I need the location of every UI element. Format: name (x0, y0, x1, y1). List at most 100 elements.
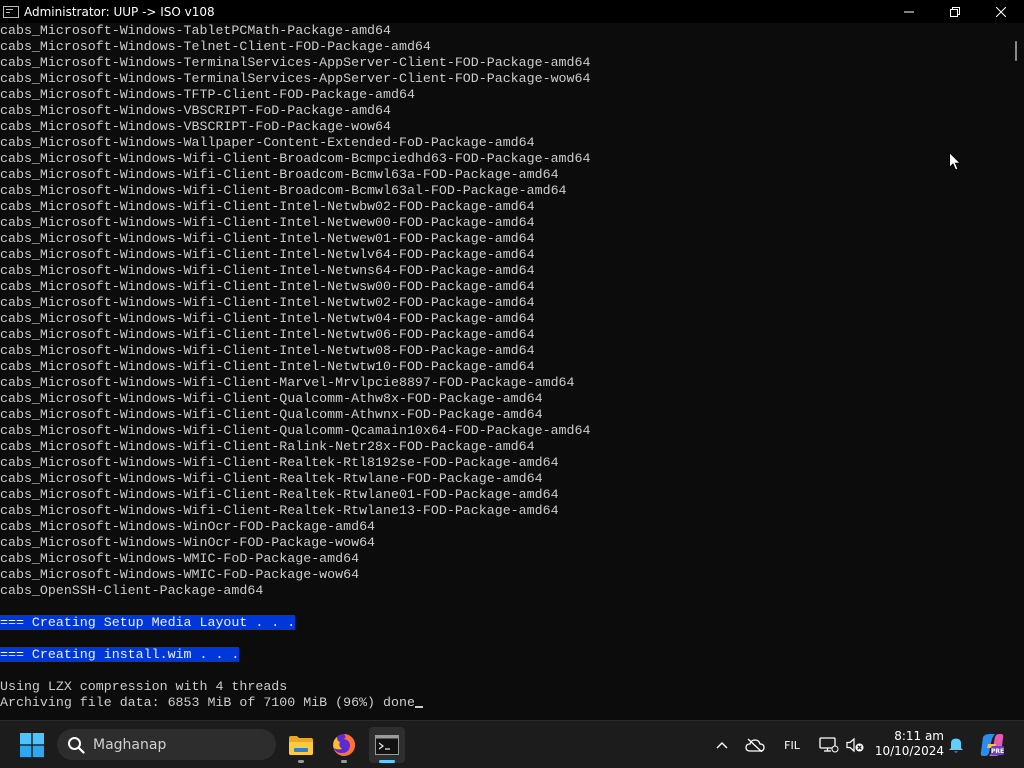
console-line: cabs_Microsoft-Windows-TerminalServices-… (0, 55, 1008, 71)
window-titlebar[interactable]: Administrator: UUP -> ISO v108 (0, 0, 1024, 23)
clock-date: 10/10/2024 (874, 744, 944, 758)
console-line-text: cabs_Microsoft-Windows-Wifi-Client-Realt… (0, 503, 559, 518)
console-line: cabs_Microsoft-Windows-Wifi-Client-Qualc… (0, 407, 1008, 423)
console-line-text: cabs_Microsoft-Windows-Wifi-Client-Broad… (0, 151, 591, 166)
console-line-text: cabs_Microsoft-Windows-Wallpaper-Content… (0, 135, 535, 150)
console-status-line: === Creating install.wim . . . (0, 647, 1008, 663)
console-line-text: cabs_Microsoft-Windows-Wifi-Client-Intel… (0, 199, 535, 214)
terminal-icon (375, 735, 399, 755)
clock[interactable]: 8:11 am 10/10/2024 (872, 729, 944, 759)
running-indicator (341, 760, 347, 763)
console-status-line: === Creating Setup Media Layout . . . (0, 615, 1008, 631)
console-line-text: cabs_Microsoft-Windows-Wifi-Client-Realt… (0, 455, 559, 470)
tray-volume[interactable] (844, 733, 866, 757)
console-line: cabs_Microsoft-Windows-TerminalServices-… (0, 71, 1008, 87)
taskbar-app-command-prompt[interactable] (369, 727, 405, 763)
console-line-text: cabs_Microsoft-Windows-Wifi-Client-Qualc… (0, 391, 543, 406)
console-line: cabs_Microsoft-Windows-TabletPCMath-Pack… (0, 23, 1008, 39)
console-line-text: === Creating install.wim . . . (0, 647, 240, 662)
console-line: cabs_Microsoft-Windows-Wifi-Client-Intel… (0, 327, 1008, 343)
restore-icon (950, 6, 960, 17)
console-line: cabs_Microsoft-Windows-WinOcr-FOD-Packag… (0, 519, 1008, 535)
console-line: cabs_Microsoft-Windows-Wifi-Client-Broad… (0, 151, 1008, 167)
chevron-up-icon (716, 742, 728, 749)
taskbar-app-firefox[interactable] (326, 727, 362, 763)
console-line: cabs_Microsoft-Windows-Wifi-Client-Intel… (0, 263, 1008, 279)
console-line-text: cabs_Microsoft-Windows-Wifi-Client-Intel… (0, 247, 535, 262)
console-line: cabs_Microsoft-Windows-WMIC-FoD-Package-… (0, 567, 1008, 583)
start-button[interactable] (16, 729, 48, 761)
console-line: cabs_Microsoft-Windows-VBSCRIPT-FoD-Pack… (0, 103, 1008, 119)
console-line-text: cabs_Microsoft-Windows-TerminalServices-… (0, 55, 591, 70)
console-line-text: cabs_Microsoft-Windows-Wifi-Client-Realt… (0, 487, 559, 502)
console-line: cabs_Microsoft-Windows-Wifi-Client-Marve… (0, 375, 1008, 391)
console-line-text: cabs_Microsoft-Windows-Wifi-Client-Intel… (0, 215, 535, 230)
close-icon (996, 6, 1006, 17)
console-line: cabs_Microsoft-Windows-Wifi-Client-Intel… (0, 295, 1008, 311)
console-line-text: cabs_Microsoft-Windows-Wifi-Client-Intel… (0, 295, 535, 310)
console-line: cabs_Microsoft-Windows-TFTP-Client-FOD-P… (0, 87, 1008, 103)
taskbar-app-file-explorer[interactable] (283, 727, 319, 763)
search-placeholder: Maghanap (93, 736, 167, 753)
console-line-text: cabs_Microsoft-Windows-Wifi-Client-Intel… (0, 359, 535, 374)
console-line-text: cabs_Microsoft-Windows-Wifi-Client-Ralin… (0, 439, 535, 454)
console-line: Using LZX compression with 4 threads (0, 679, 1008, 695)
active-indicator (379, 760, 395, 763)
console-line-text: cabs_Microsoft-Windows-Wifi-Client-Marve… (0, 375, 575, 390)
folder-icon (289, 736, 313, 755)
console-output[interactable]: cabs_Microsoft-Windows-TabletPCMath-Pack… (0, 23, 1008, 717)
svg-text:PRE: PRE (991, 748, 1004, 755)
console-line-text: cabs_Microsoft-Windows-Wifi-Client-Qualc… (0, 407, 543, 422)
console-line-text: cabs_Microsoft-Windows-Wifi-Client-Broad… (0, 167, 559, 182)
console-line: cabs_Microsoft-Windows-Wifi-Client-Intel… (0, 343, 1008, 359)
close-button[interactable] (978, 0, 1024, 23)
console-line-text: cabs_Microsoft-Windows-TFTP-Client-FOD-P… (0, 87, 415, 102)
console-line: cabs_Microsoft-Windows-Wifi-Client-Qualc… (0, 423, 1008, 439)
console-line: Archiving file data: 6853 MiB of 7100 Mi… (0, 695, 1008, 711)
console-line: cabs_Microsoft-Windows-Wifi-Client-Intel… (0, 231, 1008, 247)
console-line-text: cabs_Microsoft-Windows-WMIC-FoD-Package-… (0, 551, 360, 566)
text-cursor (414, 706, 423, 708)
console-line: cabs_Microsoft-Windows-Wifi-Client-Intel… (0, 359, 1008, 375)
console-line-text: cabs_Microsoft-Windows-WinOcr-FOD-Packag… (0, 535, 376, 550)
show-hidden-icons-button[interactable] (712, 733, 732, 757)
tray-cloud-offline[interactable] (742, 733, 768, 757)
console-scrollbar[interactable] (1008, 23, 1024, 717)
console-line-text: Archiving file data: 6853 MiB of 7100 Mi… (0, 695, 415, 710)
language-indicator[interactable]: FIL (778, 733, 806, 757)
taskbar-search-box[interactable]: Maghanap (57, 729, 276, 760)
console-line: cabs_Microsoft-Windows-Wifi-Client-Qualc… (0, 391, 1008, 407)
console-line-text: cabs_Microsoft-Windows-Wifi-Client-Qualc… (0, 423, 591, 438)
window-controls (886, 0, 1024, 23)
console-line-text: cabs_Microsoft-Windows-Telnet-Client-FOD… (0, 39, 431, 54)
console-line: cabs_Microsoft-Windows-Wifi-Client-Intel… (0, 279, 1008, 295)
minimize-icon (904, 11, 914, 12)
console-app-icon (3, 5, 19, 18)
console-line-text: cabs_Microsoft-Windows-Wifi-Client-Broad… (0, 183, 567, 198)
minimize-button[interactable] (886, 0, 932, 23)
console-line: cabs_Microsoft-Windows-Wifi-Client-Realt… (0, 455, 1008, 471)
console-line: cabs_Microsoft-Windows-Wifi-Client-Realt… (0, 503, 1008, 519)
console-line: cabs_Microsoft-Windows-Telnet-Client-FOD… (0, 39, 1008, 55)
console-line: cabs_Microsoft-Windows-Wifi-Client-Intel… (0, 215, 1008, 231)
console-line: cabs_Microsoft-Windows-Wifi-Client-Ralin… (0, 439, 1008, 455)
running-indicator (298, 760, 304, 763)
scrollbar-thumb[interactable] (1015, 41, 1017, 61)
console-line-text: cabs_Microsoft-Windows-Wifi-Client-Realt… (0, 471, 543, 486)
windows-logo-icon (20, 733, 44, 757)
cloud-offline-icon (745, 738, 765, 752)
copilot-button[interactable]: PRE (978, 733, 1006, 757)
console-line-text: cabs_OpenSSH-Client-Package-amd64 (0, 583, 264, 598)
console-line-text: cabs_Microsoft-Windows-VBSCRIPT-FoD-Pack… (0, 103, 391, 118)
console-line-text: cabs_Microsoft-Windows-Wifi-Client-Intel… (0, 311, 535, 326)
console-line-text: cabs_Microsoft-Windows-Wifi-Client-Intel… (0, 263, 535, 278)
console-line: cabs_Microsoft-Windows-Wifi-Client-Broad… (0, 183, 1008, 199)
notifications-button[interactable] (946, 733, 966, 757)
tray-network[interactable] (818, 733, 840, 757)
console-line-text: cabs_Microsoft-Windows-WMIC-FoD-Package-… (0, 567, 360, 582)
console-line-text: cabs_Microsoft-Windows-Wifi-Client-Intel… (0, 343, 535, 358)
maximize-button[interactable] (932, 0, 978, 23)
console-line-text: Using LZX compression with 4 threads (0, 679, 288, 694)
